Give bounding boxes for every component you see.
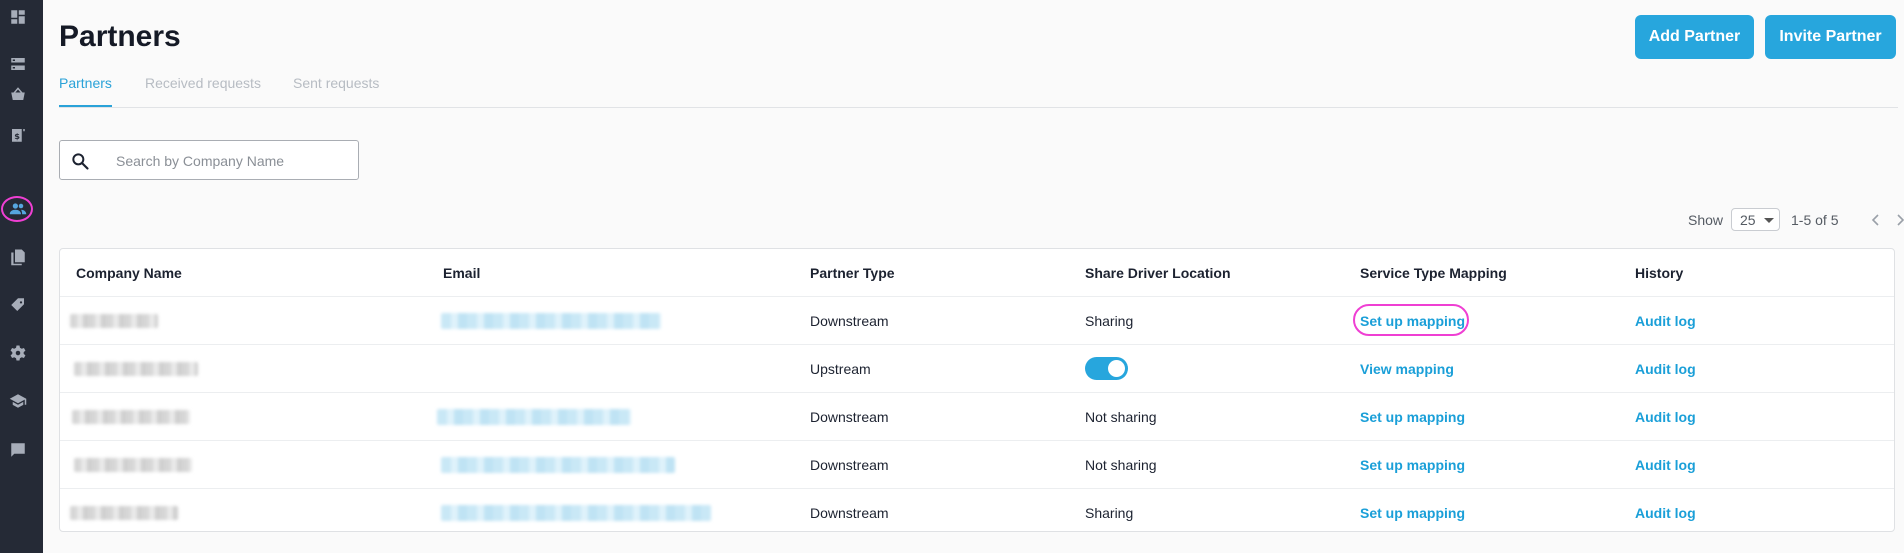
search-box	[59, 140, 359, 180]
table-header-row: Company Name Email Partner Type Share Dr…	[60, 249, 1894, 297]
column-header-share-location[interactable]: Share Driver Location	[1085, 249, 1231, 296]
set-up-mapping-link[interactable]: Set up mapping	[1360, 441, 1465, 488]
server-icon	[10, 58, 25, 70]
email-cell[interactable]	[441, 489, 711, 537]
main-content: Partners Add Partner Invite Partner Part…	[59, 0, 1904, 553]
table-row: Downstream Not sharing Set up mapping Au…	[60, 393, 1894, 441]
tab-sent-requests[interactable]: Sent requests	[293, 75, 379, 106]
sidebar-item-dashboard[interactable]	[0, 2, 35, 32]
audit-log-link[interactable]: Audit log	[1635, 297, 1696, 344]
company-name-cell	[74, 345, 198, 392]
basket-icon	[10, 87, 25, 100]
documents-icon	[10, 249, 25, 266]
email-cell[interactable]	[441, 297, 661, 344]
invite-partner-button[interactable]: Invite Partner	[1765, 15, 1896, 59]
tag-icon	[10, 298, 24, 311]
page-size-value: 25	[1740, 212, 1756, 228]
share-location-cell: Sharing	[1085, 312, 1134, 329]
active-item-highlight	[1, 196, 33, 222]
tab-bar: Partners Received requests Sent requests	[59, 75, 1898, 108]
page-range: 1-5 of 5	[1791, 212, 1839, 228]
partner-type-cell: Downstream	[810, 312, 889, 329]
svg-text:$: $	[14, 131, 20, 141]
company-name-cell	[70, 489, 178, 537]
column-header-service-type-mapping[interactable]: Service Type Mapping	[1360, 249, 1507, 296]
partner-type-cell: Downstream	[810, 456, 889, 473]
search-input[interactable]	[114, 149, 348, 173]
page-title: Partners	[59, 20, 181, 53]
column-header-history[interactable]: History	[1635, 249, 1683, 296]
sidebar-item-training[interactable]	[0, 386, 35, 416]
share-location-cell	[1085, 345, 1128, 392]
gear-icon	[10, 345, 25, 361]
set-up-mapping-link[interactable]: Set up mapping	[1360, 393, 1465, 440]
chevron-right-icon[interactable]	[1893, 212, 1904, 228]
caret-down-icon	[1764, 218, 1774, 223]
sidebar-item-messages[interactable]	[0, 435, 35, 465]
table-row: Downstream Sharing Set up mapping Audit …	[60, 297, 1894, 345]
audit-log-link[interactable]: Audit log	[1635, 393, 1696, 440]
search-icon	[72, 153, 89, 170]
table-row: Downstream Sharing Set up mapping Audit …	[60, 489, 1894, 537]
tab-received-requests[interactable]: Received requests	[145, 75, 261, 106]
sidebar-item-orders[interactable]	[0, 79, 35, 109]
set-up-mapping-link[interactable]: Set up mapping	[1360, 489, 1465, 537]
show-label: Show	[1688, 212, 1724, 228]
share-location-cell: Not sharing	[1085, 456, 1157, 473]
partner-type-cell: Upstream	[810, 360, 871, 377]
table-row: Upstream View mapping Audit log	[60, 345, 1894, 393]
table-row: Downstream Not sharing Set up mapping Au…	[60, 441, 1894, 489]
share-location-toggle[interactable]	[1085, 357, 1128, 380]
email-cell[interactable]	[437, 393, 631, 440]
audit-log-link[interactable]: Audit log	[1635, 489, 1696, 537]
column-header-partner-type[interactable]: Partner Type	[810, 249, 895, 296]
view-mapping-link[interactable]: View mapping	[1360, 345, 1454, 392]
partner-type-cell: Downstream	[810, 505, 889, 521]
column-header-company[interactable]: Company Name	[76, 249, 182, 296]
partner-type-cell: Downstream	[810, 408, 889, 425]
set-up-mapping-link[interactable]: Set up mapping	[1360, 297, 1465, 344]
sidebar-item-tags[interactable]	[0, 290, 35, 320]
add-partner-button[interactable]: Add Partner	[1635, 15, 1754, 59]
sidebar-item-billing[interactable]: $	[0, 120, 35, 150]
email-cell[interactable]	[441, 441, 675, 488]
partners-table: Company Name Email Partner Type Share Dr…	[59, 248, 1895, 532]
company-name-cell	[74, 441, 192, 488]
audit-log-link[interactable]: Audit log	[1635, 345, 1696, 392]
sidebar-item-documents[interactable]	[0, 242, 35, 272]
sidebar-item-settings[interactable]	[0, 338, 35, 368]
company-name-cell	[72, 393, 190, 440]
share-location-cell: Not sharing	[1085, 408, 1157, 425]
dashboard-icon	[10, 10, 25, 24]
sidebar-item-resources[interactable]	[0, 49, 35, 79]
share-location-cell: Sharing	[1085, 505, 1134, 521]
company-name-cell	[70, 297, 158, 344]
invoice-icon: $	[11, 129, 25, 142]
tab-partners[interactable]: Partners	[59, 75, 112, 107]
page-size-select[interactable]: 25	[1731, 208, 1780, 231]
audit-log-link[interactable]: Audit log	[1635, 441, 1696, 488]
column-header-email[interactable]: Email	[443, 249, 480, 296]
chat-icon	[10, 443, 25, 457]
sidebar: $	[0, 0, 43, 553]
graduation-cap-icon	[9, 394, 26, 408]
chevron-left-icon[interactable]	[1869, 212, 1883, 228]
